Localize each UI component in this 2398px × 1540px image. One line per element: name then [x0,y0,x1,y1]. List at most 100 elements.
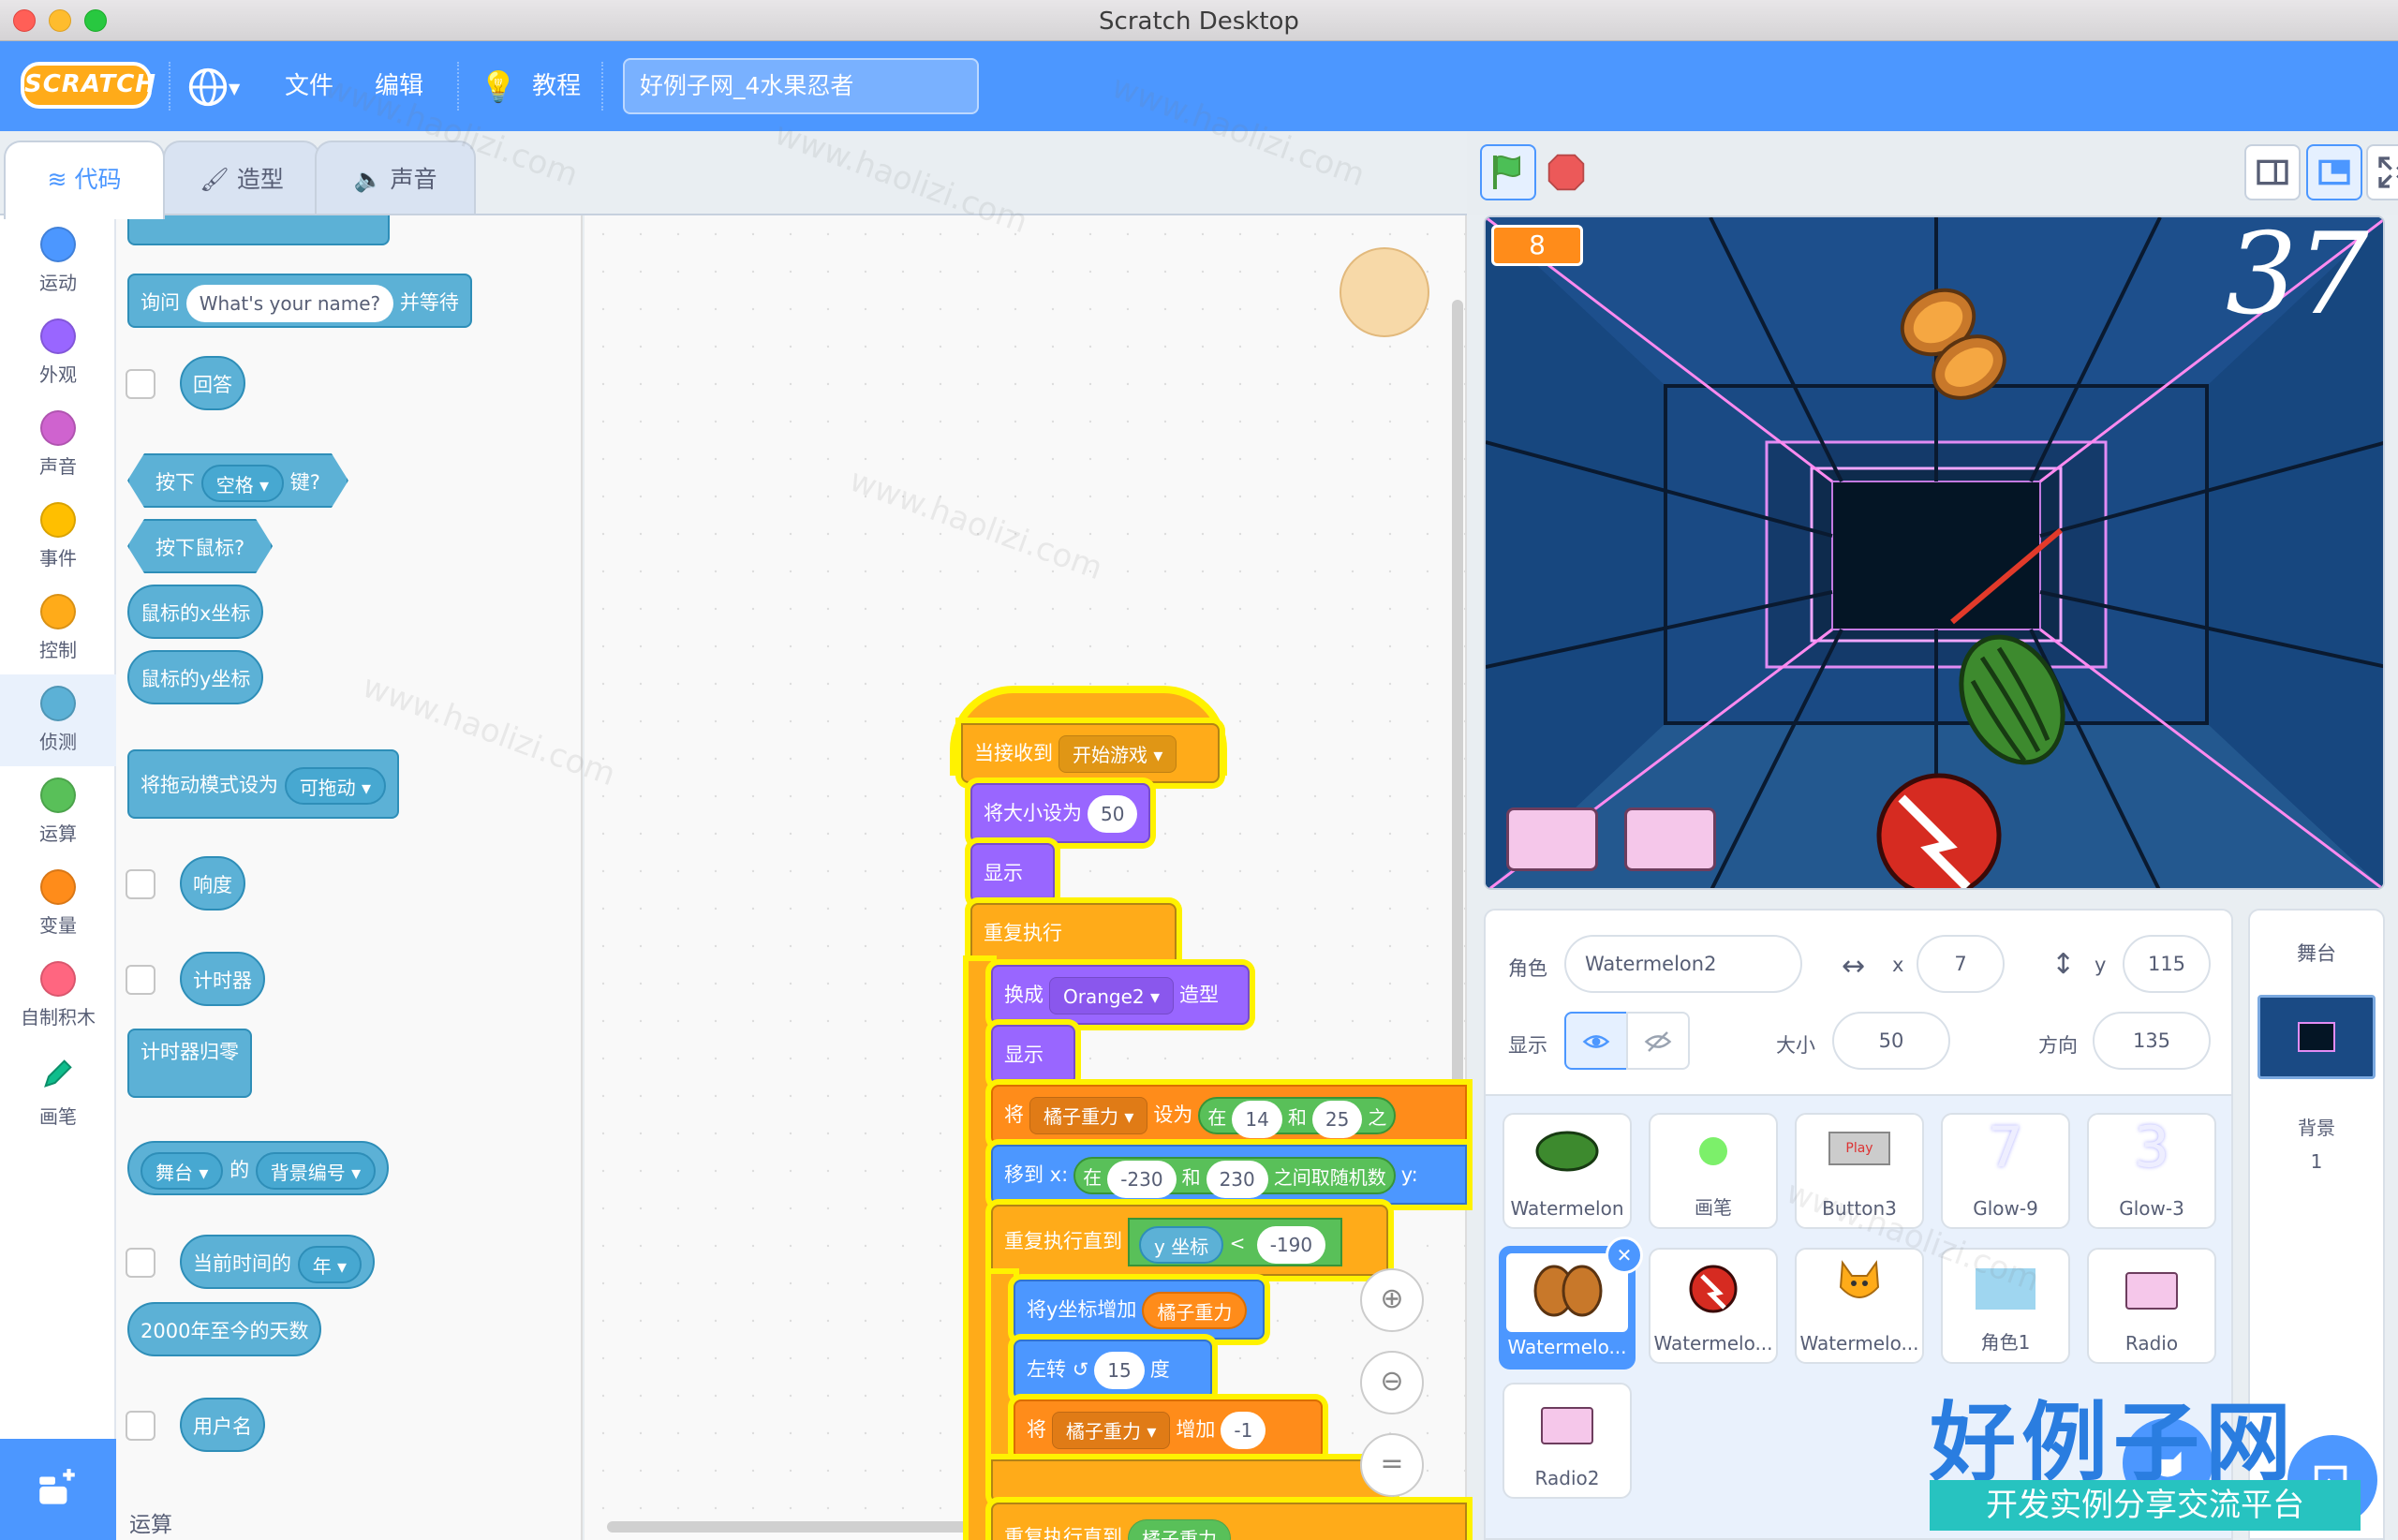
tab-code[interactable]: ≋ 代码 [4,141,165,219]
username-checkbox[interactable] [126,1411,155,1441]
loudness-checkbox[interactable] [126,869,155,899]
tutorials-button[interactable]: 💡 教程 [480,41,581,131]
answer-reporter[interactable]: 回答 [180,356,245,410]
sprite-tile[interactable]: Radio2 [1502,1383,1632,1499]
random-from-input[interactable]: 14 [1232,1100,1282,1138]
gravity-variable-reporter[interactable]: 橘子重力 [1142,1292,1248,1329]
costume-dropdown[interactable]: Orange2 ▾ [1049,977,1175,1014]
vertical-scrollbar[interactable] [1452,300,1463,1199]
sprite-tile[interactable]: Watermelo... [1649,1248,1778,1364]
sprite-tile[interactable]: 7 Glow-9 [1941,1113,2070,1229]
variable-dropdown[interactable]: 橘子重力 ▾ [1029,1097,1148,1134]
random-x-operator[interactable]: 在 -230 和 230 之间取随机数 [1073,1157,1396,1198]
of-block[interactable]: 舞台 ▾ 的 背景编号 ▾ [127,1141,390,1195]
timer-reporter[interactable]: 计时器 [180,952,265,1006]
stage-canvas[interactable]: 8 37 [1484,215,2385,890]
category-motion[interactable]: 运动 [0,215,116,307]
category-variables[interactable]: 变量 [0,858,116,950]
scratch-logo[interactable]: SCRATCH [21,62,155,109]
current-time-dropdown[interactable]: 年 ▾ [297,1246,363,1283]
zoom-reset-button[interactable]: = [1360,1433,1424,1497]
delete-sprite-button[interactable]: ✕ [1606,1236,1643,1274]
show-sprite-button[interactable] [1564,1012,1628,1070]
less-than-operator[interactable]: y 坐标 < -190 [1128,1218,1343,1266]
palette-block-partial[interactable] [127,215,390,245]
key-dropdown[interactable]: 空格 ▾ [201,465,284,502]
random-x-to-input[interactable]: 230 [1206,1160,1268,1198]
of-property-dropdown[interactable]: 背景编号 ▾ [255,1152,377,1190]
key-pressed-block[interactable]: 按下 空格 ▾ 键? [127,453,348,508]
size-input[interactable]: 50 [1088,795,1138,833]
reset-timer-block[interactable]: 计时器归零 [127,1029,252,1098]
sprite-tile[interactable]: Watermelon [1502,1113,1632,1229]
category-operators[interactable]: 运算 [0,766,116,858]
drag-mode-dropdown[interactable]: 可拖动 ▾ [284,767,387,805]
sprite-tile[interactable]: Radio [2087,1248,2216,1364]
change-amount-input[interactable]: -1 [1221,1412,1266,1449]
tab-sounds[interactable]: 🔈 声音 [315,141,476,217]
direction-input[interactable]: 135 [2093,1012,2211,1070]
days-since-2000-reporter[interactable]: 2000年至今的天数 [127,1302,322,1356]
mouse-y-reporter[interactable]: 鼠标的y坐标 [127,650,264,704]
timer-checkbox[interactable] [126,965,155,995]
green-flag-button[interactable] [1480,144,1536,200]
sprite-tile[interactable]: Play Button3 [1795,1113,1924,1229]
size-input[interactable]: 50 [1832,1012,1950,1070]
random-operator[interactable]: 在 14 和 25 之 [1198,1097,1397,1138]
category-looks[interactable]: 外观 [0,307,116,399]
random-to-input[interactable]: 25 [1311,1100,1363,1138]
when-i-receive-hat-block[interactable]: 当接收到 开始游戏 ▾ [961,723,1220,783]
sprite-tile[interactable]: 3 Glow-3 [2087,1113,2216,1229]
category-my-blocks[interactable]: 自制积木 [0,950,116,1042]
turn-left-block[interactable]: 左转 ↺ 15 度 [1014,1340,1212,1399]
category-sensing[interactable]: 侦测 [0,674,116,766]
sprite-tile[interactable]: 画笔 [1649,1113,1778,1229]
switch-costume-block[interactable]: 换成 Orange2 ▾ 造型 [991,965,1250,1025]
category-sound[interactable]: 声音 [0,399,116,491]
category-control[interactable]: 控制 [0,583,116,674]
current-time-reporter[interactable]: 当前时间的 年 ▾ [180,1235,376,1289]
repeat-until-block[interactable]: 重复执行直到 y 坐标 < -190 [991,1205,1388,1276]
language-menu[interactable]: ▼ [187,41,253,131]
sprite-name-input[interactable]: Watermelon2 [1564,935,1802,993]
go-to-xy-block[interactable]: 移到 x: 在 -230 和 230 之间取随机数 y: [991,1145,1467,1205]
horizontal-scrollbar[interactable] [607,1521,995,1533]
zoom-out-button[interactable]: ⊖ [1360,1351,1424,1414]
ask-and-wait-block[interactable]: 询问 What's your name? 并等待 [127,274,472,328]
category-events[interactable]: 事件 [0,491,116,583]
ask-default-input[interactable]: What's your name? [185,285,394,322]
compare-value-input[interactable]: -190 [1256,1225,1326,1264]
change-y-block[interactable]: 将y坐标增加 橘子重力 [1014,1280,1265,1340]
random-x-from-input[interactable]: -230 [1107,1160,1177,1198]
set-variable-block[interactable]: 将橘子重力 ▾ 设为在 14 和 25 之 [991,1085,1467,1145]
message-dropdown[interactable]: 开始游戏 ▾ [1058,735,1177,773]
zoom-in-button[interactable]: ⊕ [1360,1268,1424,1332]
change-variable-dropdown[interactable]: 橘子重力 ▾ [1052,1412,1171,1449]
sprite-tile[interactable]: 角色1 [1941,1248,2070,1364]
repeat-until-block-2[interactable]: 重复执行直到 橘子重力 [991,1503,1467,1540]
edit-menu[interactable]: 编辑 [375,41,423,131]
show-block-2[interactable]: 显示 [991,1025,1075,1085]
change-variable-block[interactable]: 将橘子重力 ▾ 增加 -1 [1014,1399,1323,1459]
category-pen[interactable]: 画笔 [0,1042,116,1133]
large-stage-button[interactable] [2306,144,2362,200]
y-position-reporter[interactable]: y 坐标 [1139,1225,1224,1264]
sprite-tile[interactable]: Watermelo... [1795,1248,1924,1364]
set-size-block[interactable]: 将大小设为 50 [970,783,1150,843]
add-extension-button[interactable] [0,1439,116,1540]
small-stage-button[interactable] [2244,144,2301,200]
set-drag-mode-block[interactable]: 将拖动模式设为 可拖动 ▾ [127,749,400,819]
loudness-reporter[interactable]: 响度 [180,856,245,911]
stop-button[interactable] [1546,152,1587,193]
y-input[interactable]: 115 [2123,935,2211,993]
forever-block[interactable]: 重复执行 [970,903,1177,963]
current-time-checkbox[interactable] [126,1248,155,1278]
x-input[interactable]: 7 [1917,935,2005,993]
of-target-dropdown[interactable]: 舞台 ▾ [141,1152,224,1190]
answer-checkbox[interactable] [126,369,155,399]
hide-sprite-button[interactable] [1626,1012,1690,1070]
mouse-x-reporter[interactable]: 鼠标的x坐标 [127,585,264,639]
tab-costumes[interactable]: 🖌 造型 [163,141,320,217]
partial-operator[interactable]: 橘子重力 [1128,1519,1231,1540]
sprite-tile-selected[interactable]: Watermelo... ✕ [1499,1236,1643,1370]
